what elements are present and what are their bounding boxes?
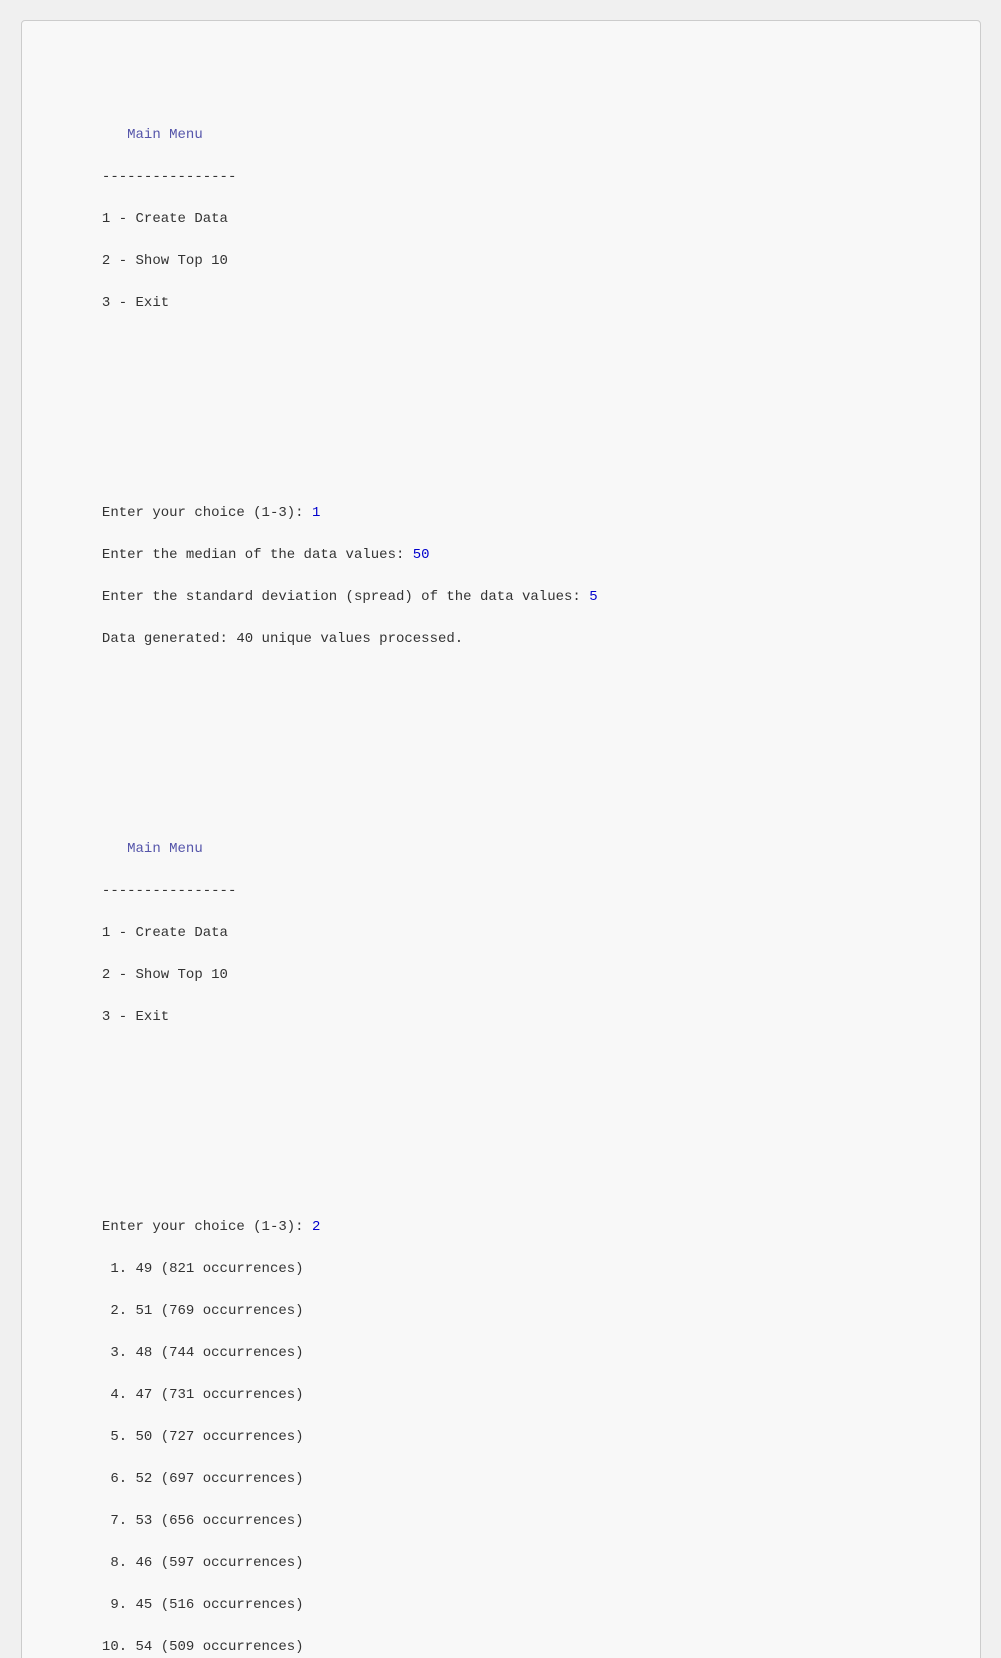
output-generated: Data generated: 40 unique values process…	[102, 631, 463, 647]
prompt-stddev: Enter the standard deviation (spread) of…	[102, 589, 589, 605]
terminal-window: Main Menu ---------------- 1 - Create Da…	[21, 20, 981, 1658]
input-stddev: 5	[589, 589, 597, 605]
menu-item-2-1: 1 - Create Data	[102, 925, 228, 941]
menu-section-2: Main Menu ---------------- 1 - Create Da…	[52, 818, 950, 1112]
top10-item-1: 1. 49 (821 occurrences)	[102, 1261, 304, 1277]
menu-title-2: Main Menu	[102, 841, 203, 857]
menu-item-2-3: 3 - Exit	[102, 1009, 169, 1025]
menu-section-1: Main Menu ---------------- 1 - Create Da…	[52, 104, 950, 398]
top10-item-6: 6. 52 (697 occurrences)	[102, 1471, 304, 1487]
top10-item-8: 8. 46 (597 occurrences)	[102, 1555, 304, 1571]
top10-item-9: 9. 45 (516 occurrences)	[102, 1597, 304, 1613]
top10-item-7: 7. 53 (656 occurrences)	[102, 1513, 304, 1529]
menu-separator-2: ----------------	[102, 883, 236, 899]
prompt-choice-1: Enter your choice (1-3):	[102, 505, 312, 521]
menu-item-1-3: 3 - Exit	[102, 295, 169, 311]
top10-item-10: 10. 54 (509 occurrences)	[102, 1639, 304, 1655]
menu-item-1-1: 1 - Create Data	[102, 211, 228, 227]
menu-title-1: Main Menu	[102, 127, 203, 143]
menu-item-1-2: 2 - Show Top 10	[102, 253, 228, 269]
top10-item-5: 5. 50 (727 occurrences)	[102, 1429, 304, 1445]
top10-item-4: 4. 47 (731 occurrences)	[102, 1387, 304, 1403]
input-median: 50	[413, 547, 430, 563]
interaction-section-1: Enter your choice (1-3): 1 Enter the med…	[52, 482, 950, 734]
top10-item-3: 3. 48 (744 occurrences)	[102, 1345, 304, 1361]
input-choice-2: 2	[312, 1219, 320, 1235]
top10-item-2: 2. 51 (769 occurrences)	[102, 1303, 304, 1319]
input-choice-1: 1	[312, 505, 320, 521]
menu-item-2-2: 2 - Show Top 10	[102, 967, 228, 983]
prompt-median: Enter the median of the data values:	[102, 547, 413, 563]
prompt-choice-2: Enter your choice (1-3):	[102, 1219, 312, 1235]
terminal-content: Main Menu ---------------- 1 - Create Da…	[52, 41, 950, 1658]
menu-separator-1: ----------------	[102, 169, 236, 185]
top10-section: Enter your choice (1-3): 2 1. 49 (821 oc…	[52, 1196, 950, 1658]
